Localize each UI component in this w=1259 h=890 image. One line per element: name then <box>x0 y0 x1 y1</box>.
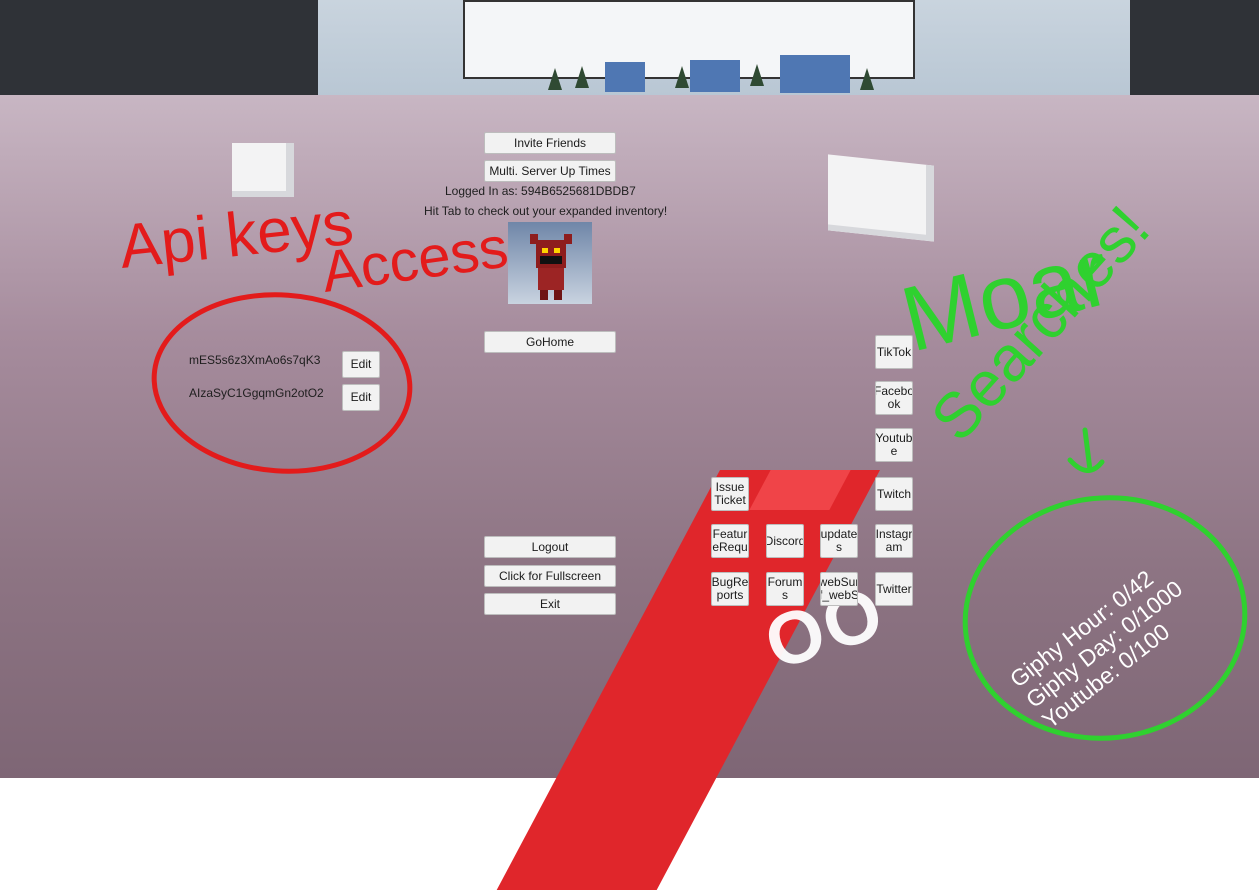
annotation-layer: Api keys Access Moar Searches! <box>116 189 1248 741</box>
api-keys-circle <box>151 292 413 474</box>
down-arrow-icon <box>1067 427 1105 473</box>
searches-circle <box>962 495 1248 741</box>
api-keys-title-text: Api keys <box>116 189 356 282</box>
